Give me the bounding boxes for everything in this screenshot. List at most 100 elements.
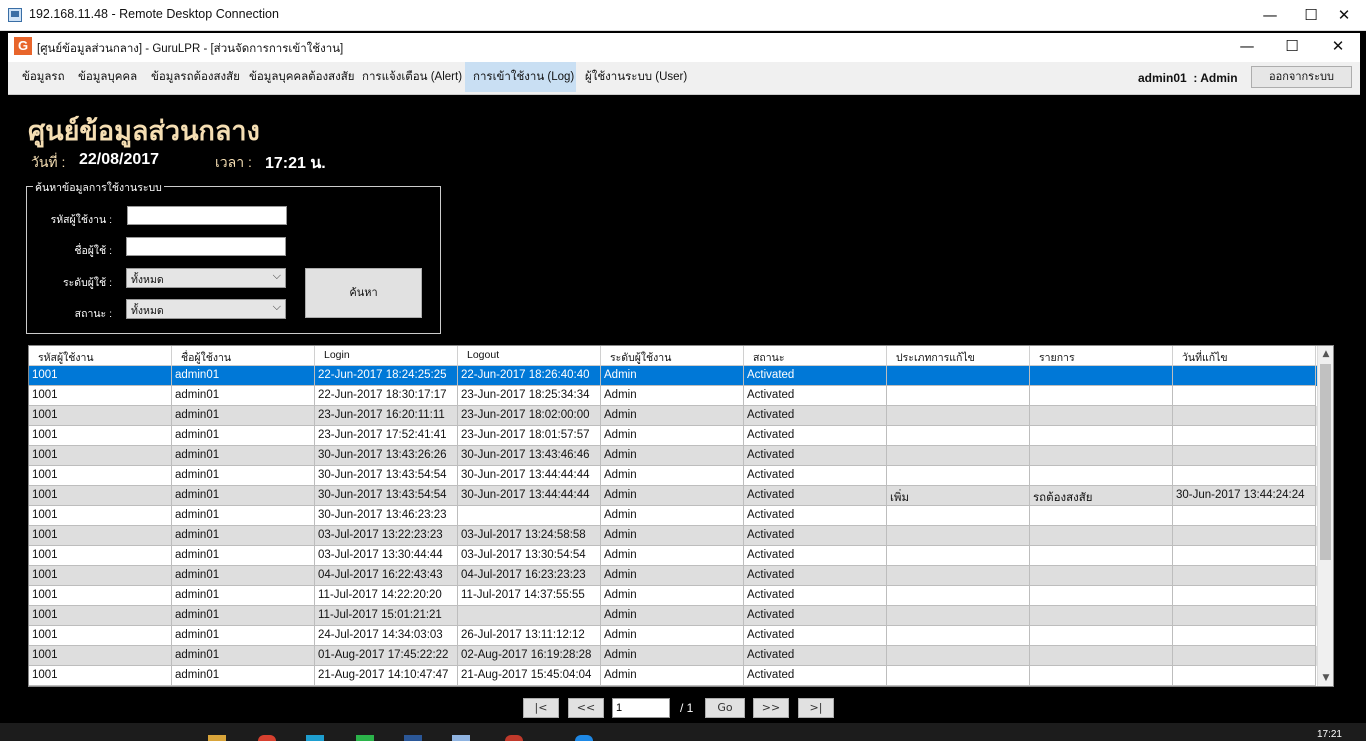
prev-page-button[interactable]: << bbox=[568, 698, 604, 718]
status-select[interactable]: ทั้งหมด ⌵ bbox=[126, 299, 286, 319]
scroll-up-icon[interactable]: ▲ bbox=[1318, 346, 1333, 362]
menu-suspect-person[interactable]: ข้อมูลบุคคลต้องสงสัย bbox=[241, 62, 363, 92]
go-button[interactable]: Go bbox=[705, 698, 745, 718]
table-row[interactable]: 1001 admin01 03-Jul-2017 13:30:44:44 03-Jul… bbox=[29, 546, 1317, 566]
username-input[interactable] bbox=[126, 237, 286, 256]
menu-log[interactable]: การเข้าใช้งาน (Log) bbox=[465, 62, 576, 92]
table-cell: admin01 bbox=[172, 626, 315, 646]
table-cell bbox=[1030, 666, 1173, 686]
table-cell: Admin bbox=[601, 446, 744, 466]
next-page-button[interactable]: >> bbox=[753, 698, 789, 718]
user-level-select[interactable]: ทั้งหมด ⌵ bbox=[126, 268, 286, 288]
menu-user[interactable]: ผู้ใช้งานระบบ (User) bbox=[577, 62, 695, 92]
taskbar-clock: 17:21 bbox=[1316, 729, 1342, 740]
table-cell bbox=[887, 506, 1030, 526]
table-row[interactable]: 1001 admin01 30-Jun-2017 13:43:54:54 30-Jun… bbox=[29, 486, 1317, 506]
scroll-thumb[interactable] bbox=[1320, 364, 1331, 560]
table-cell bbox=[1030, 466, 1173, 486]
rdp-close-button[interactable]: ✕ bbox=[1321, 0, 1366, 31]
table-cell bbox=[1030, 446, 1173, 466]
user-name: admin01 bbox=[1138, 71, 1187, 85]
table-cell: Activated bbox=[744, 646, 887, 666]
scroll-down-icon[interactable]: ▼ bbox=[1318, 670, 1333, 686]
first-page-button[interactable]: |< bbox=[523, 698, 559, 718]
remote-desktop-taskbar-icon[interactable] bbox=[452, 735, 470, 741]
table-cell: Admin bbox=[601, 386, 744, 406]
table-row[interactable]: 1001 admin01 23-Jun-2017 17:52:41:41 23-Jun… bbox=[29, 426, 1317, 446]
table-cell: Activated bbox=[744, 486, 887, 506]
table-row[interactable]: 1001 admin01 04-Jul-2017 16:22:43:43 04-Jul… bbox=[29, 566, 1317, 586]
menu-suspect-vehicle[interactable]: ข้อมูลรถต้องสงสัย bbox=[143, 62, 248, 92]
date-value: 22/08/2017 bbox=[79, 151, 160, 168]
edge-icon[interactable] bbox=[575, 735, 593, 741]
table-row[interactable]: 1001 admin01 03-Jul-2017 13:22:23:23 03-Jul… bbox=[29, 526, 1317, 546]
table-cell: admin01 bbox=[172, 666, 315, 686]
table-cell: admin01 bbox=[172, 466, 315, 486]
last-page-button[interactable]: >| bbox=[798, 698, 834, 718]
media-icon[interactable] bbox=[505, 735, 523, 741]
table-cell bbox=[887, 426, 1030, 446]
table-cell: admin01 bbox=[172, 506, 315, 526]
menu-person-data[interactable]: ข้อมูลบุคคล bbox=[70, 62, 145, 92]
app-icon[interactable] bbox=[306, 735, 324, 741]
rdp-minimize-button[interactable]: — bbox=[1247, 0, 1293, 31]
table-cell: Admin bbox=[601, 486, 744, 506]
app-maximize-button[interactable]: ☐ bbox=[1269, 32, 1315, 61]
app-title-bar: G [ศูนย์ข้อมูลส่วนกลาง] - GuruLPR - [ส่ว… bbox=[8, 33, 1360, 62]
user-level-label: ระดับผู้ใช้ : bbox=[62, 277, 112, 289]
column-header[interactable]: วันที่แก้ไข bbox=[1173, 346, 1316, 365]
page-title: ศูนย์ข้อมูลส่วนกลาง bbox=[28, 116, 260, 146]
chevron-down-icon: ⌵ bbox=[272, 301, 281, 313]
menu-vehicle-data[interactable]: ข้อมูลรถ bbox=[14, 62, 73, 92]
table-cell: 30-Jun-2017 13:43:46:46 bbox=[458, 446, 601, 466]
table-cell: 23-Jun-2017 17:52:41:41 bbox=[315, 426, 458, 446]
table-cell bbox=[1030, 566, 1173, 586]
table-cell: admin01 bbox=[172, 406, 315, 426]
column-header[interactable]: ชื่อผู้ใช้งาน bbox=[172, 346, 315, 365]
column-header[interactable]: รายการ bbox=[1030, 346, 1173, 365]
vertical-scrollbar[interactable]: ▲ ▼ bbox=[1317, 346, 1333, 686]
column-header[interactable]: ประเภทการแก้ไข bbox=[887, 346, 1030, 365]
column-header[interactable]: Logout bbox=[458, 346, 601, 365]
table-row[interactable]: 1001 admin01 11-Jul-2017 15:01:21:21 Admin A… bbox=[29, 606, 1317, 626]
logout-button[interactable]: ออกจากระบบ bbox=[1251, 66, 1352, 88]
browser-icon[interactable] bbox=[258, 735, 276, 741]
status-selected: ทั้งหมด bbox=[131, 305, 164, 317]
table-row[interactable]: 1001 admin01 30-Jun-2017 13:43:54:54 30-Jun… bbox=[29, 466, 1317, 486]
app-close-button[interactable]: ✕ bbox=[1315, 32, 1361, 61]
table-cell: 30-Jun-2017 13:43:54:54 bbox=[315, 486, 458, 506]
table-row[interactable]: 1001 admin01 30-Jun-2017 13:43:26:26 30-Jun… bbox=[29, 446, 1317, 466]
table-row[interactable]: 1001 admin01 22-Jun-2017 18:24:25:25 22-Jun… bbox=[29, 366, 1317, 386]
table-cell: 22-Jun-2017 18:30:17:17 bbox=[315, 386, 458, 406]
menu-alert[interactable]: การแจ้งเตือน (Alert) bbox=[354, 62, 470, 92]
page-number-input[interactable] bbox=[612, 698, 670, 718]
app-minimize-button[interactable]: — bbox=[1224, 32, 1270, 61]
table-cell bbox=[887, 546, 1030, 566]
column-header[interactable]: Login bbox=[315, 346, 458, 365]
table-cell: 1001 bbox=[29, 446, 172, 466]
table-row[interactable]: 1001 admin01 22-Jun-2017 18:30:17:17 23-Jun… bbox=[29, 386, 1317, 406]
table-cell bbox=[887, 406, 1030, 426]
word-icon[interactable] bbox=[404, 735, 422, 741]
column-header[interactable]: ระดับผู้ใช้งาน bbox=[601, 346, 744, 365]
table-header: รหัสผู้ใช้งาน ชื่อผู้ใช้งาน Login Logout ระด… bbox=[29, 346, 1317, 366]
table-cell bbox=[1173, 406, 1316, 426]
user-id-label: รหัสผู้ใช้งาน : bbox=[50, 214, 112, 226]
table-row[interactable]: 1001 admin01 01-Aug-2017 17:45:22:22 02-Aug… bbox=[29, 646, 1317, 666]
folder-icon[interactable] bbox=[208, 735, 226, 741]
table-row[interactable]: 1001 admin01 24-Jul-2017 14:34:03:03 26-Jul… bbox=[29, 626, 1317, 646]
table-rows: 1001 admin01 22-Jun-2017 18:24:25:25 22-Jun… bbox=[29, 366, 1317, 686]
user-id-input[interactable] bbox=[127, 206, 287, 225]
taskbar: 17:21 bbox=[0, 723, 1366, 741]
search-button[interactable]: ค้นหา bbox=[305, 268, 422, 318]
table-row[interactable]: 1001 admin01 23-Jun-2017 16:20:11:11 23-Jun… bbox=[29, 406, 1317, 426]
column-header[interactable]: รหัสผู้ใช้งาน bbox=[29, 346, 172, 365]
chat-icon[interactable] bbox=[356, 735, 374, 741]
table-row[interactable]: 1001 admin01 30-Jun-2017 13:46:23:23 Admin A… bbox=[29, 506, 1317, 526]
table-row[interactable]: 1001 admin01 11-Jul-2017 14:22:20:20 11-Jul… bbox=[29, 586, 1317, 606]
table-cell: admin01 bbox=[172, 526, 315, 546]
column-header[interactable]: สถานะ bbox=[744, 346, 887, 365]
table-cell bbox=[1173, 386, 1316, 406]
table-row[interactable]: 1001 admin01 21-Aug-2017 14:10:47:47 21-Aug… bbox=[29, 666, 1317, 686]
table-cell bbox=[887, 366, 1030, 386]
